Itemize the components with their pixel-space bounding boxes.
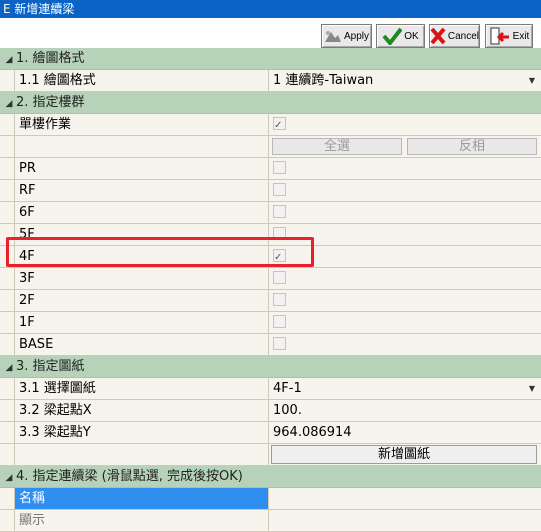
- window-title: E 新增連續梁: [3, 2, 75, 16]
- floor-row-2f[interactable]: 2F: [0, 290, 541, 312]
- ok-button[interactable]: OK: [376, 24, 425, 48]
- property-name-empty: [14, 136, 269, 157]
- category-title: 3. 指定圖紙: [16, 359, 85, 374]
- floor-checkbox[interactable]: [273, 337, 286, 350]
- floor-checkbox[interactable]: [273, 293, 286, 306]
- floor-value: [269, 158, 541, 179]
- floor-name: PR: [14, 158, 269, 179]
- property-name: 3.2 梁起點X: [14, 400, 269, 421]
- floor-checkbox[interactable]: [273, 183, 286, 196]
- collapse-arrow-icon[interactable]: ◢: [2, 468, 16, 489]
- invert-button[interactable]: 反相: [407, 138, 537, 155]
- show-field[interactable]: [269, 510, 541, 531]
- property-row[interactable]: 單樓作業: [0, 114, 541, 136]
- category-title: 1. 繪圖格式: [16, 51, 85, 66]
- floor-value: [269, 202, 541, 223]
- category-title: 4. 指定連續梁 (滑鼠點選, 完成後按OK): [16, 469, 243, 484]
- property-row[interactable]: 3.2 梁起點X 100.: [0, 400, 541, 422]
- property-name: 1.1 繪圖格式: [14, 70, 269, 91]
- collapse-arrow-icon[interactable]: ◢: [2, 358, 16, 379]
- property-grid: ◢ 1. 繪圖格式 1.1 繪圖格式 1 連續跨-Taiwan ▼ ◢ 2. 指定樓群…: [0, 48, 541, 532]
- format-dropdown[interactable]: 1 連續跨-Taiwan ▼: [269, 70, 541, 91]
- property-name: 單樓作業: [14, 114, 269, 135]
- property-name: 名稱: [14, 488, 269, 509]
- floor-row-6f[interactable]: 6F: [0, 202, 541, 224]
- checkmark-icon: [382, 27, 403, 45]
- add-sheet-button[interactable]: 新增圖紙: [271, 445, 537, 464]
- title-bar: E 新增連續梁: [0, 0, 541, 18]
- dropdown-arrow-icon[interactable]: ▼: [529, 378, 535, 399]
- floor-row-3f[interactable]: 3F: [0, 268, 541, 290]
- sheet-dropdown[interactable]: 4F-1 ▼: [269, 378, 541, 399]
- property-row[interactable]: 1.1 繪圖格式 1 連續跨-Taiwan ▼: [0, 70, 541, 92]
- floor-row-1f[interactable]: 1F: [0, 312, 541, 334]
- exit-door-icon: [490, 27, 509, 45]
- floor-name: 6F: [14, 202, 269, 223]
- floor-row-base[interactable]: BASE: [0, 334, 541, 356]
- beam-name-field[interactable]: [269, 488, 541, 509]
- cancel-button[interactable]: Cancel: [429, 24, 480, 48]
- property-row[interactable]: 3.1 選擇圖紙 4F-1 ▼: [0, 378, 541, 400]
- collapse-arrow-icon[interactable]: ◢: [2, 50, 16, 71]
- toolbar: Apply OK Cancel Exit: [0, 18, 541, 48]
- property-name-empty: [14, 444, 269, 465]
- floor-value: [269, 290, 541, 311]
- dropdown-arrow-icon[interactable]: ▼: [529, 70, 535, 91]
- floor-checkbox[interactable]: [273, 205, 286, 218]
- apply-icon: [324, 31, 341, 42]
- floor-name: 2F: [14, 290, 269, 311]
- sheet-value: 4F-1: [273, 381, 302, 396]
- beam-start-x-field[interactable]: 100.: [269, 400, 541, 421]
- property-row[interactable]: 名稱: [0, 488, 541, 510]
- single-floor-value: [269, 114, 541, 136]
- floor-checkbox[interactable]: [273, 161, 286, 174]
- property-name: 3.1 選擇圖紙: [14, 378, 269, 399]
- apply-button[interactable]: Apply: [321, 24, 372, 48]
- property-row[interactable]: 3.3 梁起點Y 964.086914: [0, 422, 541, 444]
- category-row[interactable]: ◢ 2. 指定樓群: [0, 92, 541, 114]
- floor-name: BASE: [14, 334, 269, 355]
- floor-checkbox[interactable]: [273, 271, 286, 284]
- floor-value: [269, 334, 541, 355]
- property-name: 3.3 梁起點Y: [14, 422, 269, 443]
- single-floor-checkbox[interactable]: [273, 115, 286, 136]
- format-value: 1 連續跨-Taiwan: [273, 73, 374, 88]
- floor-checkbox[interactable]: [273, 315, 286, 328]
- property-name: 顯示: [14, 510, 269, 531]
- floor-value: [269, 312, 541, 333]
- floor-name: 1F: [14, 312, 269, 333]
- category-row[interactable]: ◢ 3. 指定圖紙: [0, 356, 541, 378]
- select-all-button[interactable]: 全選: [272, 138, 402, 155]
- floor-name: 3F: [14, 268, 269, 289]
- floor-name: RF: [14, 180, 269, 201]
- highlight-box: [6, 237, 314, 267]
- close-icon: [430, 27, 446, 45]
- category-row[interactable]: ◢ 1. 繪圖格式: [0, 48, 541, 70]
- property-row: 新增圖紙: [0, 444, 541, 466]
- category-title: 2. 指定樓群: [16, 95, 85, 110]
- property-row: 全選 反相: [0, 136, 541, 158]
- category-row[interactable]: ◢ 4. 指定連續梁 (滑鼠點選, 完成後按OK): [0, 466, 541, 488]
- floor-row-rf[interactable]: RF: [0, 180, 541, 202]
- floor-value: [269, 180, 541, 201]
- floor-row-pr[interactable]: PR: [0, 158, 541, 180]
- beam-start-y-field[interactable]: 964.086914: [269, 422, 541, 443]
- exit-button[interactable]: Exit: [485, 24, 533, 48]
- collapse-arrow-icon[interactable]: ◢: [2, 94, 16, 115]
- floor-value: [269, 268, 541, 289]
